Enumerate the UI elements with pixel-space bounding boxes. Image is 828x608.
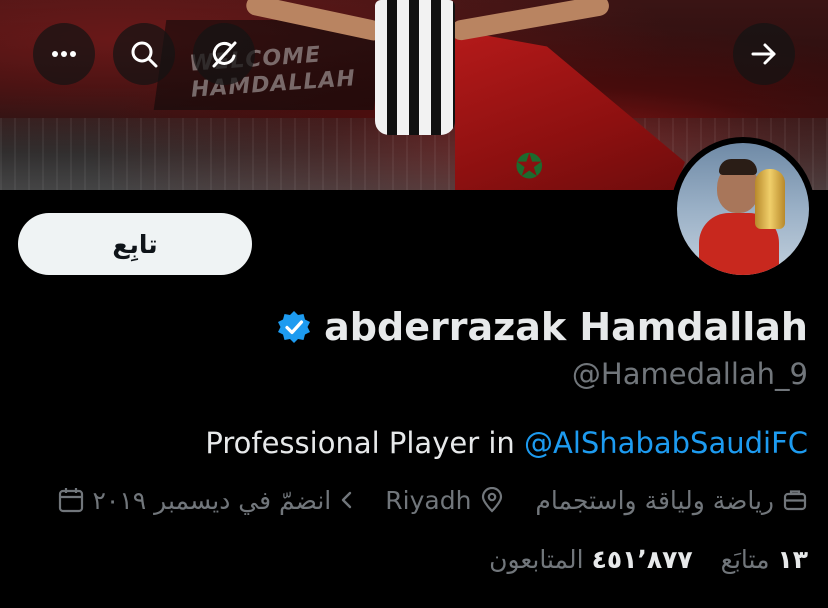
verified-badge-icon: [278, 311, 311, 343]
forward-button[interactable]: [733, 23, 795, 85]
meta-category: رياضة ولياقة واستجمام: [535, 486, 808, 515]
display-name: abderrazak Hamdallah: [324, 305, 808, 349]
following-label: متابَع: [720, 544, 770, 574]
avatar-photo: [677, 143, 809, 275]
grok-button[interactable]: [193, 23, 255, 85]
location-pin-icon: [482, 487, 503, 513]
flag-star-icon: ✪: [515, 147, 544, 187]
arrow-right-icon: [751, 43, 776, 65]
calendar-icon: [58, 488, 83, 513]
search-icon: [131, 41, 158, 68]
avatar[interactable]: [671, 137, 815, 281]
banner-flag: [455, 30, 685, 190]
meta-category-label: رياضة ولياقة واستجمام: [535, 485, 774, 515]
profile-bio: Professional Player in @AlShababSaudiFC: [205, 426, 808, 460]
grok-icon: [212, 41, 237, 68]
avatar-trophy: [755, 169, 785, 229]
bio-mention-link[interactable]: @AlShababSaudiFC: [524, 426, 808, 460]
meta-location-label: Riyadh: [385, 485, 472, 515]
follow-button[interactable]: تابِع: [18, 213, 252, 275]
profile-meta-row: رياضة ولياقة واستجمام Riyadh انضمّ في دي…: [57, 478, 809, 522]
meta-joined: انضمّ في ديسمبر ٢٠١٩: [57, 486, 356, 515]
profile-handle: @Hamedallah_9: [571, 357, 808, 391]
following-link[interactable]: ١٣ متابَع: [721, 545, 808, 574]
profile-stats-row: ١٣ متابَع ٤٥١٬٨٧٧ المتابعون: [489, 537, 808, 581]
following-count: ١٣: [777, 544, 808, 574]
meta-location: Riyadh: [385, 486, 505, 515]
more-button[interactable]: [33, 23, 95, 85]
display-name-row: abderrazak Hamdallah: [276, 301, 808, 353]
avatar-hair: [719, 159, 757, 175]
chevron-left-icon: [342, 491, 352, 509]
briefcase-icon: [783, 490, 807, 511]
followers-link[interactable]: ٤٥١٬٨٧٧ المتابعون: [489, 545, 693, 574]
bio-text: Professional Player in: [205, 426, 524, 460]
followers-count: ٤٥١٬٨٧٧: [591, 544, 693, 574]
meta-joined-label: انضمّ في ديسمبر ٢٠١٩: [92, 485, 332, 515]
followers-label: المتابعون: [489, 544, 584, 574]
more-icon: [52, 51, 76, 57]
banner-player-arm-right: [449, 0, 611, 42]
banner-player: [375, 0, 455, 135]
search-button[interactable]: [113, 23, 175, 85]
